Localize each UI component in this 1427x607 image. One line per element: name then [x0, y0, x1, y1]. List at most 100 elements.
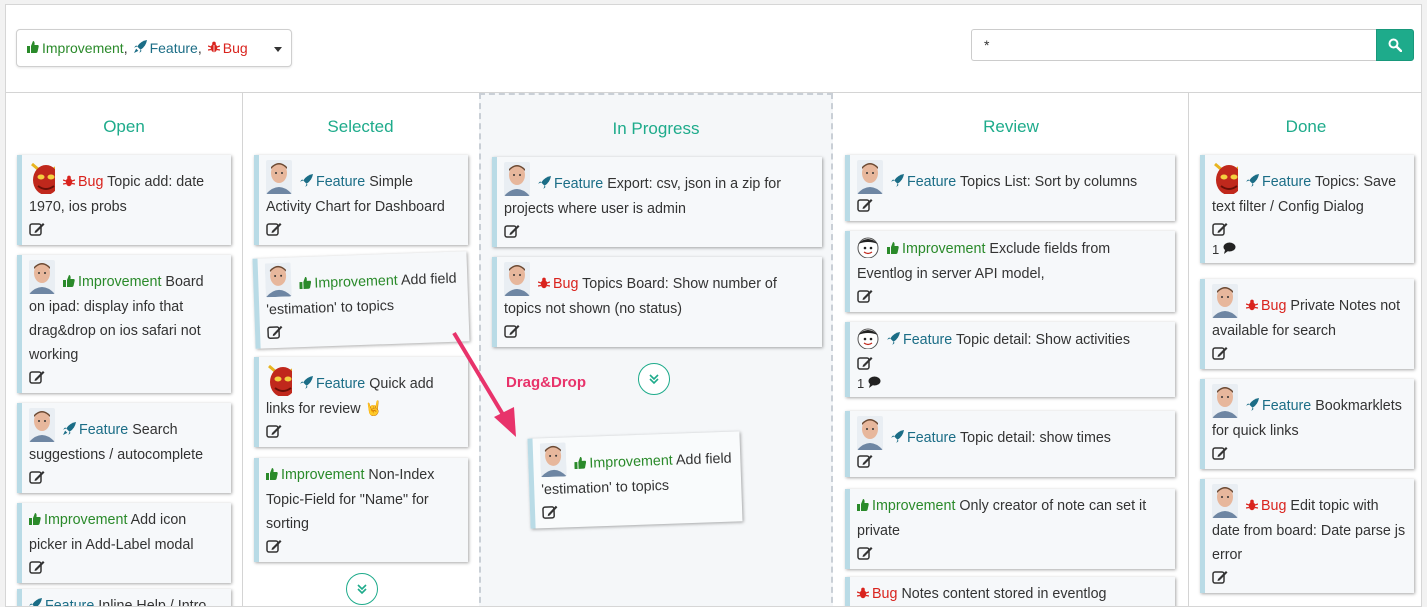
topic-type: Feature [553, 176, 604, 192]
edit-icon[interactable] [504, 323, 814, 343]
filter-type-improvement: Improvement [42, 40, 124, 56]
edit-icon[interactable] [29, 369, 223, 389]
topic-card[interactable]: Bug Notes content stored in eventlog [845, 577, 1175, 606]
double-chevron-down-icon [357, 584, 367, 595]
topic-card[interactable]: Feature Quick add links for review 🤘 [254, 357, 468, 447]
comment-count[interactable]: 1 [857, 375, 1167, 393]
comment-count-value: 1 [1212, 242, 1220, 257]
search-input[interactable] [971, 29, 1377, 61]
edit-icon[interactable] [1212, 445, 1406, 465]
topic-card[interactable]: Bug Topics Board: Show number of topics … [492, 257, 822, 347]
edit-icon[interactable] [1212, 221, 1406, 241]
thumbs-up-icon [266, 464, 278, 488]
filter-type-bug: Bug [222, 40, 248, 56]
dragged-topic-card[interactable]: Improvement Add field 'estimation' to to… [527, 431, 743, 529]
edit-icon[interactable] [266, 423, 460, 443]
edit-icon[interactable] [29, 559, 223, 579]
topic-type: Feature [1261, 398, 1312, 414]
topic-type: Improvement [872, 498, 956, 514]
comment-icon [1223, 242, 1236, 254]
thumbs-up-icon [574, 453, 587, 477]
topic-type: Improvement [901, 241, 986, 257]
topic-card[interactable]: Improvement Board on ipad: display info … [17, 255, 231, 393]
topic-card[interactable]: Feature Export: csv, json in a zip for p… [492, 157, 822, 247]
man-avatar [264, 262, 292, 298]
topic-title: Topic detail: Show activities [955, 332, 1131, 348]
drag-drop-label: Drag&Drop [506, 374, 587, 391]
rocket-icon [299, 171, 313, 195]
bug-icon [1245, 495, 1259, 519]
topic-type: Improvement [314, 272, 399, 292]
man-avatar [1212, 284, 1238, 318]
edit-icon[interactable] [504, 223, 814, 243]
man-avatar [266, 160, 292, 194]
topic-card[interactable]: Feature Search suggestions / autocomplet… [17, 403, 231, 493]
devil-avatar [29, 160, 55, 194]
topic-card[interactable]: Improvement Non-Index Topic-Field for "N… [254, 458, 468, 562]
topic-type: Feature [902, 332, 953, 348]
search-button[interactable] [1376, 29, 1414, 61]
topic-type: Feature [906, 430, 957, 446]
topic-type: Improvement [281, 467, 365, 483]
comment-icon [868, 376, 881, 388]
topic-title: Topics List: Sort by columns [959, 174, 1138, 190]
edit-icon[interactable] [267, 318, 462, 345]
rocket-icon [1245, 171, 1259, 195]
column-open: Open Bug Topic add: date 1970, ios probs… [6, 93, 242, 606]
edit-icon[interactable] [857, 197, 1167, 217]
edit-icon[interactable] [1212, 569, 1406, 589]
rocket-icon [1245, 395, 1259, 419]
edit-icon[interactable] [266, 221, 460, 241]
man-avatar [29, 260, 55, 294]
edit-icon[interactable] [857, 355, 1167, 375]
comment-count-value: 1 [857, 376, 865, 391]
man-avatar [857, 160, 883, 194]
thumbs-up-icon [857, 495, 869, 519]
topic-type: Bug [1260, 498, 1287, 514]
load-more-button[interactable] [346, 573, 378, 605]
bug-icon [537, 273, 551, 297]
topic-card[interactable]: Feature Topic detail: Show activities 1 [845, 322, 1175, 397]
topic-type: Improvement [589, 452, 674, 472]
topic-card[interactable]: Bug Private Notes not available for sear… [1200, 279, 1414, 369]
comment-count[interactable]: 1 [1212, 241, 1406, 259]
thumbs-up-icon [29, 509, 41, 533]
topic-card[interactable]: Improvement Only creator of note can set… [845, 489, 1175, 569]
edit-icon[interactable] [857, 453, 1167, 473]
filter-type-feature: Feature [149, 40, 198, 56]
thumbs-up-icon [886, 238, 899, 262]
bug-icon [856, 583, 870, 606]
edit-icon[interactable] [857, 288, 1167, 308]
edit-icon[interactable] [266, 538, 460, 558]
edit-icon[interactable] [542, 498, 735, 525]
topic-card[interactable]: Feature Bookmarklets for quick links [1200, 379, 1414, 469]
rocket-icon [890, 427, 904, 451]
topic-card[interactable]: Bug Topic add: date 1970, ios probs [17, 155, 231, 245]
chevron-down-icon [274, 47, 282, 52]
topic-card[interactable]: Improvement Add icon picker in Add-Label… [17, 503, 231, 583]
column-title-review: Review [983, 117, 1039, 136]
load-more-button[interactable] [638, 363, 670, 395]
cartoon-avatar [857, 236, 879, 258]
edit-icon[interactable] [29, 221, 223, 241]
man-avatar [539, 442, 567, 478]
column-title-open: Open [103, 117, 145, 136]
topic-card[interactable]: Feature Simple Activity Chart for Dashbo… [254, 155, 468, 245]
topic-card[interactable]: Feature Topics List: Sort by columns [845, 155, 1175, 221]
edit-icon[interactable] [29, 469, 223, 489]
topic-card[interactable]: Feature Topics: Save text filter / Confi… [1200, 155, 1414, 263]
topic-type: Bug [552, 276, 579, 292]
topic-card-ghost[interactable]: Improvement Add field 'estimation' to to… [252, 251, 470, 349]
topic-card[interactable]: Improvement Exclude fields from Eventlog… [845, 231, 1175, 312]
cartoon-avatar [857, 327, 879, 349]
rocket-icon [890, 171, 904, 195]
thumbs-up-icon [62, 271, 75, 295]
bug-icon [207, 40, 220, 56]
edit-icon[interactable] [857, 545, 1167, 565]
topic-card[interactable]: Bug Edit topic with date from board: Dat… [1200, 479, 1414, 593]
devil-avatar [266, 362, 292, 396]
edit-icon[interactable] [1212, 345, 1406, 365]
topic-card[interactable]: Feature Inline Help / Intro [17, 589, 231, 606]
type-filter-dropdown[interactable]: Improvement, Feature, Bug [16, 29, 292, 67]
topic-card[interactable]: Feature Topic detail: show times [845, 411, 1175, 477]
